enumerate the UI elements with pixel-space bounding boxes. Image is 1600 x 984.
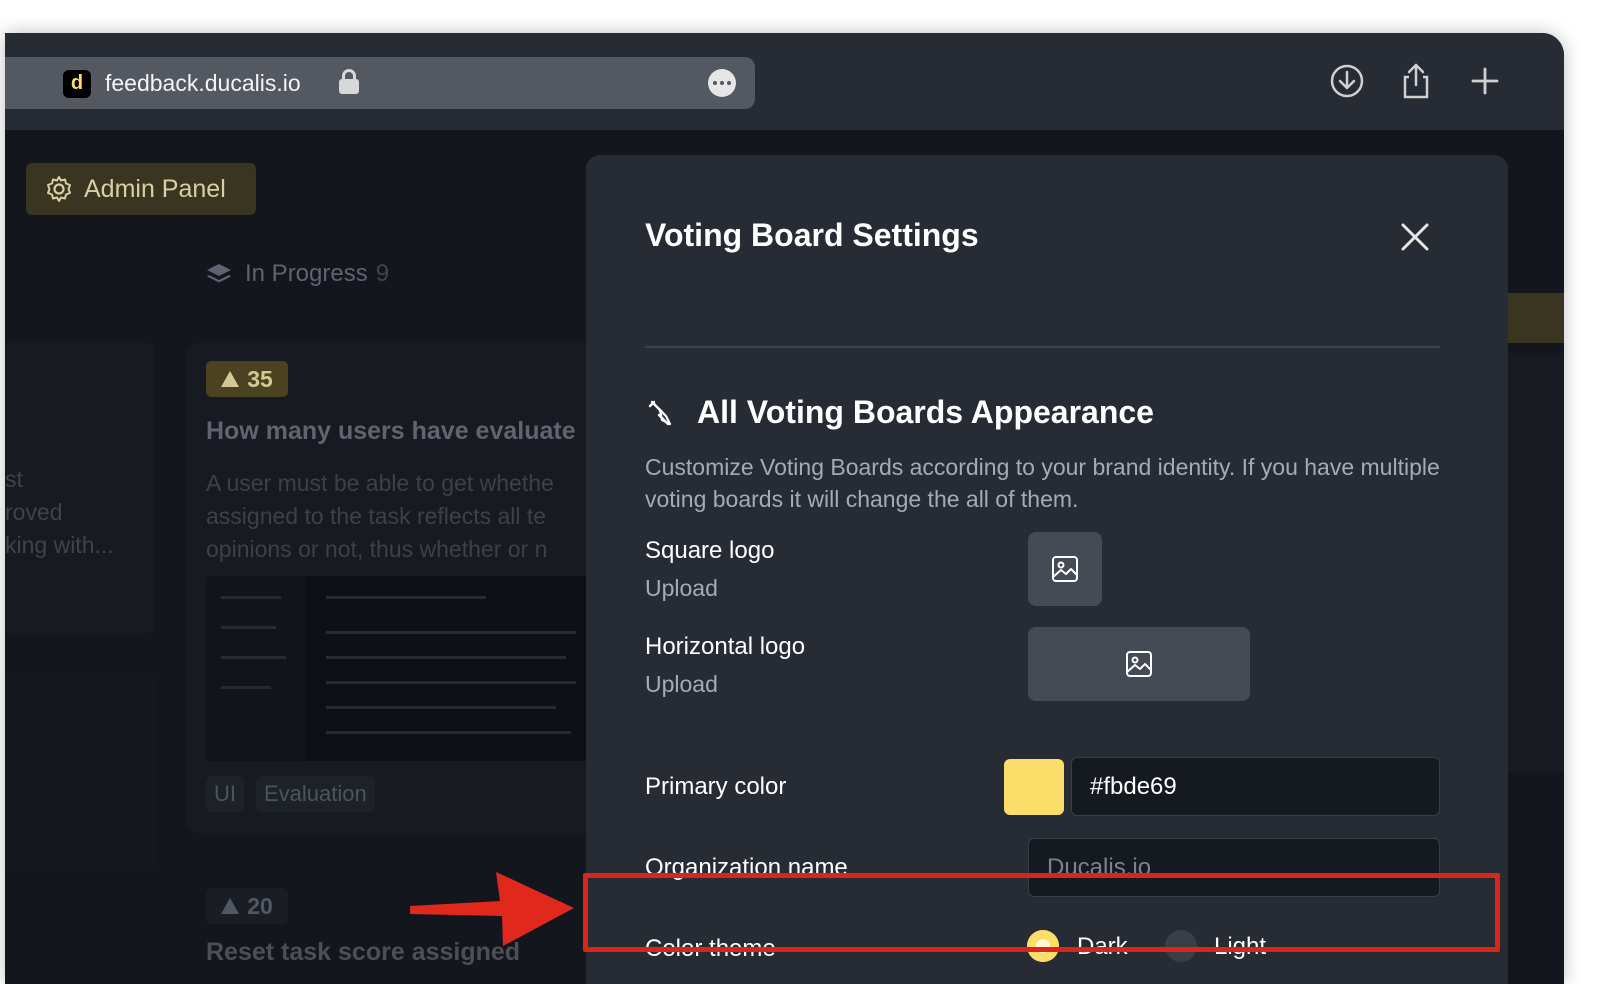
section-title: All Voting Boards Appearance xyxy=(697,394,1154,430)
download-icon[interactable] xyxy=(1329,63,1365,99)
layers-icon xyxy=(207,264,231,283)
right-column-card[interactable] xyxy=(1500,353,1564,773)
lock-icon xyxy=(339,69,359,95)
red-arrow-icon xyxy=(410,872,574,946)
snippet-line: roved xyxy=(5,499,63,525)
square-logo-upload-link[interactable]: Upload xyxy=(645,575,718,602)
horizontal-logo-upload-button[interactable] xyxy=(1028,627,1250,701)
description-line: assigned to the task reflects all te xyxy=(206,503,547,529)
snippet-line: st xyxy=(5,466,23,492)
card-description: A user must be able to get whethe assign… xyxy=(206,467,554,566)
paint-brush-icon xyxy=(648,400,672,426)
admin-panel-label: Admin Panel xyxy=(84,174,226,203)
column-count: 9 xyxy=(375,260,390,287)
vote-count-2: 20 xyxy=(247,892,273,919)
description-line: A user must be able to get whethe xyxy=(206,470,554,496)
upvote-icon xyxy=(221,898,240,914)
site-favicon: d xyxy=(63,70,91,98)
primary-color-swatch[interactable] xyxy=(1004,759,1064,815)
more-options-icon[interactable] xyxy=(708,69,736,97)
tag-evaluation[interactable]: Evaluation xyxy=(256,776,375,812)
modal-title: Voting Board Settings xyxy=(645,217,979,253)
divider xyxy=(645,346,1440,348)
browser-toolbar: d feedback.ducalis.io xyxy=(5,33,1564,130)
primary-color-label: Primary color xyxy=(645,773,787,800)
image-icon xyxy=(1052,556,1078,582)
right-column-header xyxy=(1505,293,1564,343)
browser-window: d feedback.ducalis.io Admin Panel In Pro… xyxy=(5,33,1564,984)
admin-panel-button[interactable]: Admin Panel xyxy=(26,163,256,215)
highlight-box xyxy=(583,873,1500,952)
upvote-icon xyxy=(221,371,240,387)
address-bar[interactable]: d feedback.ducalis.io xyxy=(5,57,755,109)
vote-count: 35 xyxy=(247,365,273,392)
new-tab-icon[interactable] xyxy=(1467,63,1503,99)
column-header: In Progress 9 xyxy=(205,260,389,288)
horizontal-logo-upload-link[interactable]: Upload xyxy=(645,671,718,698)
card-left-2[interactable] xyxy=(5,673,155,873)
primary-color-input[interactable]: #fbde69 xyxy=(1071,757,1440,816)
square-logo-label: Square logo xyxy=(645,537,775,564)
horizontal-logo-label: Horizontal logo xyxy=(645,633,806,660)
tag-ui[interactable]: UI xyxy=(206,776,244,812)
snippet-line: king with... xyxy=(5,532,114,558)
card-title[interactable]: How many users have evaluate xyxy=(206,417,576,446)
close-icon[interactable] xyxy=(1397,219,1433,255)
url-text[interactable]: feedback.ducalis.io xyxy=(105,70,301,97)
gear-icon xyxy=(47,176,71,202)
vote-button-2[interactable]: 20 xyxy=(206,888,288,924)
settings-modal: Voting Board Settings All Voting Boards … xyxy=(586,155,1508,984)
share-icon[interactable] xyxy=(1398,63,1434,99)
card-left-text: st roved king with... xyxy=(5,463,114,562)
square-logo-upload-button[interactable] xyxy=(1028,532,1102,606)
card-screenshot xyxy=(206,576,606,761)
column-title: In Progress xyxy=(245,260,368,287)
vote-button[interactable]: 35 xyxy=(206,361,288,397)
image-icon xyxy=(1126,651,1152,677)
section-description: Customize Voting Boards according to you… xyxy=(645,454,1440,512)
description-line: opinions or not, thus whether or n xyxy=(206,536,548,562)
